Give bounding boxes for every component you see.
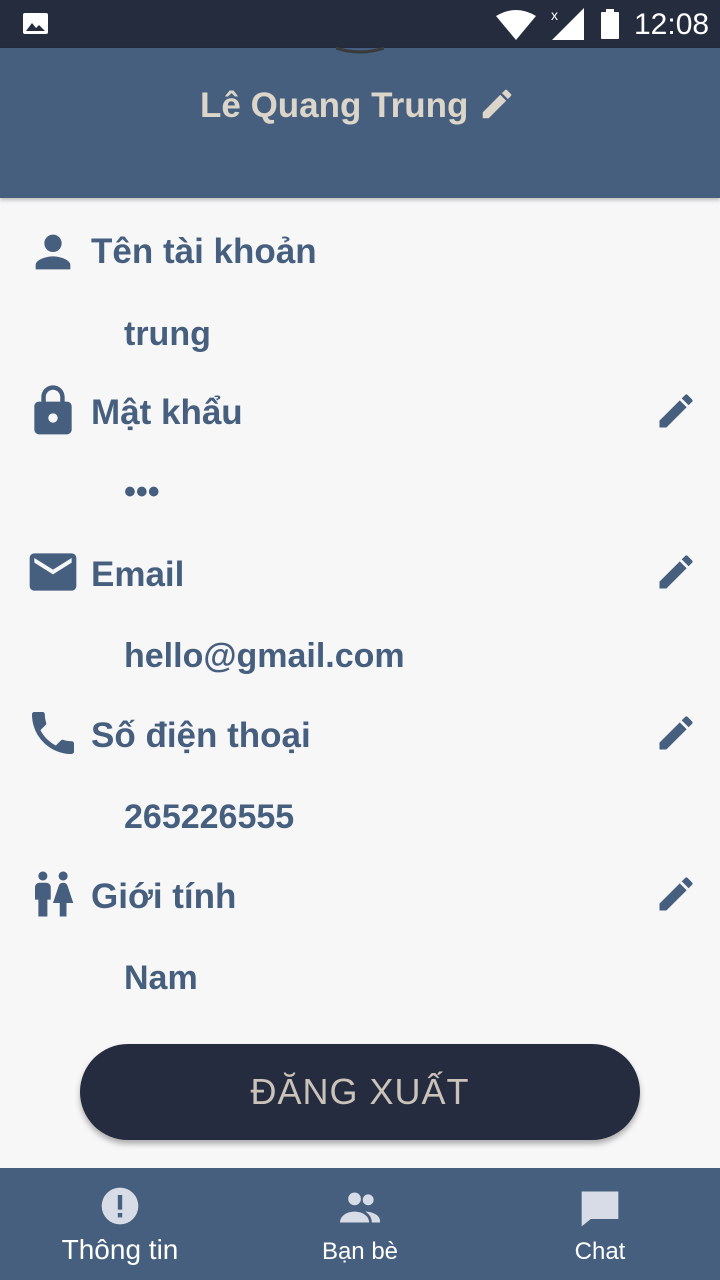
logout-button[interactable]: ĐĂNG XUẤT <box>80 1044 640 1140</box>
gallery-icon <box>23 13 48 34</box>
phone-icon <box>25 705 81 761</box>
field-label: Mật khẩu <box>91 393 243 432</box>
mail-icon <box>25 544 81 600</box>
field-label: Số điện thoại <box>91 716 311 755</box>
field-label: Email <box>91 555 185 594</box>
avatar[interactable] <box>336 46 384 54</box>
profile-name: Lê Quang Trung <box>200 86 469 125</box>
nav-item-friends[interactable]: Bạn bè <box>240 1168 480 1280</box>
edit-gender-icon[interactable] <box>654 872 698 916</box>
wifi-icon <box>496 10 536 40</box>
edit-email-icon[interactable] <box>654 550 698 594</box>
battery-icon <box>601 9 619 39</box>
field-email: Email <box>0 544 720 604</box>
friends-icon <box>340 1192 380 1223</box>
bottom-nav: Thông tin Bạn bè Chat <box>0 1168 720 1280</box>
field-gender: Giới tính <box>0 866 720 926</box>
field-password: Mật khẩu <box>0 383 720 443</box>
nav-item-info[interactable]: Thông tin <box>0 1168 240 1280</box>
profile-header: Lê Quang Trung <box>0 46 720 198</box>
field-username: Tên tài khoản <box>0 222 720 282</box>
status-bar: x 12:08 <box>0 0 720 48</box>
chat-icon <box>581 1191 619 1227</box>
nav-label-chat: Chat <box>574 1238 626 1265</box>
field-value-password: ••• <box>124 473 160 511</box>
edit-name-icon[interactable] <box>478 85 516 123</box>
field-phone: Số điện thoại <box>0 705 720 765</box>
field-value-phone: 265226555 <box>124 798 295 836</box>
info-icon <box>101 1187 139 1225</box>
signal-icon: x <box>551 8 584 40</box>
status-time: 12:08 <box>634 8 710 41</box>
field-value-gender: Nam <box>124 959 198 997</box>
field-label: Giới tính <box>91 877 237 916</box>
field-label: Tên tài khoản <box>91 232 317 271</box>
edit-phone-icon[interactable] <box>654 711 698 755</box>
lock-icon <box>25 383 81 439</box>
field-value-email: hello@gmail.com <box>124 637 405 675</box>
edit-password-icon[interactable] <box>654 389 698 433</box>
nav-item-chat[interactable]: Chat <box>480 1168 720 1280</box>
nav-label-info: Thông tin <box>61 1234 179 1265</box>
person-icon <box>25 224 81 280</box>
svg-text:x: x <box>551 8 558 23</box>
gender-icon <box>25 866 81 922</box>
field-value-username: trung <box>124 315 211 353</box>
nav-label-friends: Bạn bè <box>321 1238 399 1265</box>
